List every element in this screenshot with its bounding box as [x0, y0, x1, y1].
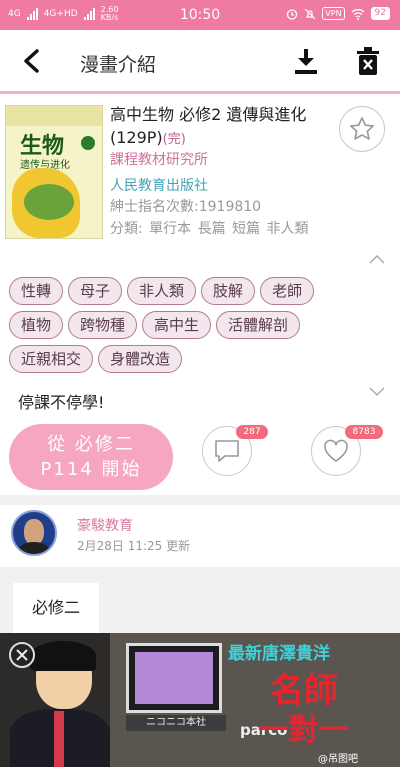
continue-reading-line1: 從 必修二 — [47, 434, 135, 455]
tag[interactable]: 植物 — [9, 311, 64, 339]
tag[interactable]: 非人類 — [127, 277, 197, 305]
battery-icon: 92 — [370, 7, 390, 20]
ad-banner[interactable]: ニコニコ本社 parco 最新唐澤貴洋 名師 一對一 @吊图吧 — [0, 633, 400, 767]
ad-character-tie — [54, 711, 64, 767]
mute-bell-icon — [304, 8, 316, 19]
tag[interactable]: 身體改造 — [98, 345, 183, 373]
app-bar: 漫畫介紹 — [0, 30, 400, 94]
tag[interactable]: 高中生 — [142, 311, 212, 339]
author-link[interactable]: 課程教材研究所 — [110, 149, 208, 169]
tag-list: 性轉 母子 非人類 肢解 老師 植物 跨物種 高中生 活體解剖 近親相交 身體改… — [9, 277, 389, 379]
chapter-item[interactable]: 必修二 — [13, 583, 99, 633]
tag[interactable]: 近親相交 — [9, 345, 94, 373]
cover-art-shape-2 — [24, 184, 74, 220]
manga-title: 高中生物 必修2 遺傳與進化(129P)(完) — [110, 103, 330, 151]
publisher-link[interactable]: 人民教育出版社 — [110, 175, 208, 195]
tag[interactable]: 肢解 — [201, 277, 256, 305]
ad-sign: ニコニコ本社 — [126, 715, 226, 731]
ad-screen-image — [126, 643, 222, 713]
ad-headline: 最新唐澤貴洋 — [228, 644, 330, 664]
tag[interactable]: 老師 — [260, 277, 315, 305]
tag[interactable]: 母子 — [68, 277, 123, 305]
continue-reading-button[interactable]: 從 必修二 P114 開始 — [9, 424, 173, 490]
ad-screen-content — [135, 652, 213, 704]
tag[interactable]: 性轉 — [9, 277, 64, 305]
avatar-body-shape — [18, 542, 50, 554]
vpn-badge: VPN — [322, 7, 345, 20]
favorite-button[interactable] — [339, 106, 385, 152]
ad-character-hair — [30, 641, 96, 671]
expand-description-chevron-down-icon[interactable] — [369, 387, 385, 397]
tag-row: 植物 跨物種 高中生 活體解剖 — [9, 311, 389, 339]
page-title: 漫畫介紹 — [80, 54, 157, 76]
uploader-section: 豪駿教育 2月28日 11:25 更新 — [0, 505, 400, 567]
update-time: 2月28日 11:25 更新 — [77, 539, 191, 553]
completion-status: (完) — [162, 132, 186, 147]
close-ad-button[interactable] — [9, 642, 35, 668]
cover-image[interactable]: 生物 遗传与进化 — [5, 105, 103, 239]
cover-number-badge — [81, 136, 95, 150]
tag[interactable]: 活體解剖 — [216, 311, 301, 339]
comment-bubble-icon — [215, 440, 239, 462]
continue-reading-line2: P114 開始 — [40, 459, 142, 480]
heart-icon — [324, 439, 348, 462]
view-count: 紳士指名次數:1919810 — [110, 199, 262, 215]
status-icons: VPN 92 — [286, 7, 390, 20]
manga-title-text: 高中生物 必修2 遺傳與進化(129P) — [110, 105, 307, 147]
tag-row: 性轉 母子 非人類 肢解 老師 — [9, 277, 389, 305]
collapse-tags-chevron-up-icon[interactable] — [369, 254, 385, 264]
avatar[interactable] — [11, 510, 57, 556]
wifi-icon — [351, 8, 364, 20]
delete-icon[interactable] — [354, 46, 382, 76]
status-bar: 4G 4G+HD 2.60 KB/s 10:50 VPN 92 — [0, 0, 400, 30]
close-icon — [16, 649, 28, 661]
tag-row: 近親相交 身體改造 — [9, 345, 389, 373]
ad-big-text-2: 一對一 — [258, 713, 348, 748]
watermark: @吊图吧 — [318, 754, 358, 765]
alarm-icon — [287, 8, 298, 20]
description: 停課不停學! — [18, 393, 105, 412]
cover-header-strip — [6, 106, 102, 126]
category-list: 分類: 單行本 長篇 短篇 非人類 — [110, 221, 309, 237]
section-divider — [0, 495, 400, 505]
tag[interactable]: 跨物種 — [68, 311, 138, 339]
uploader-name[interactable]: 豪駿教育 — [77, 515, 133, 535]
manga-info: 生物 遗传与进化 高中生物 必修2 遺傳與進化(129P)(完) 課程教材研究所… — [0, 97, 400, 247]
like-count-badge: 8783 — [345, 425, 383, 439]
section-divider — [0, 567, 400, 577]
download-icon[interactable] — [292, 46, 320, 76]
chapter-list: 必修二 — [0, 577, 400, 633]
comment-count-badge: 287 — [236, 425, 268, 439]
star-icon — [350, 117, 374, 140]
back-arrow-icon[interactable] — [18, 46, 46, 76]
